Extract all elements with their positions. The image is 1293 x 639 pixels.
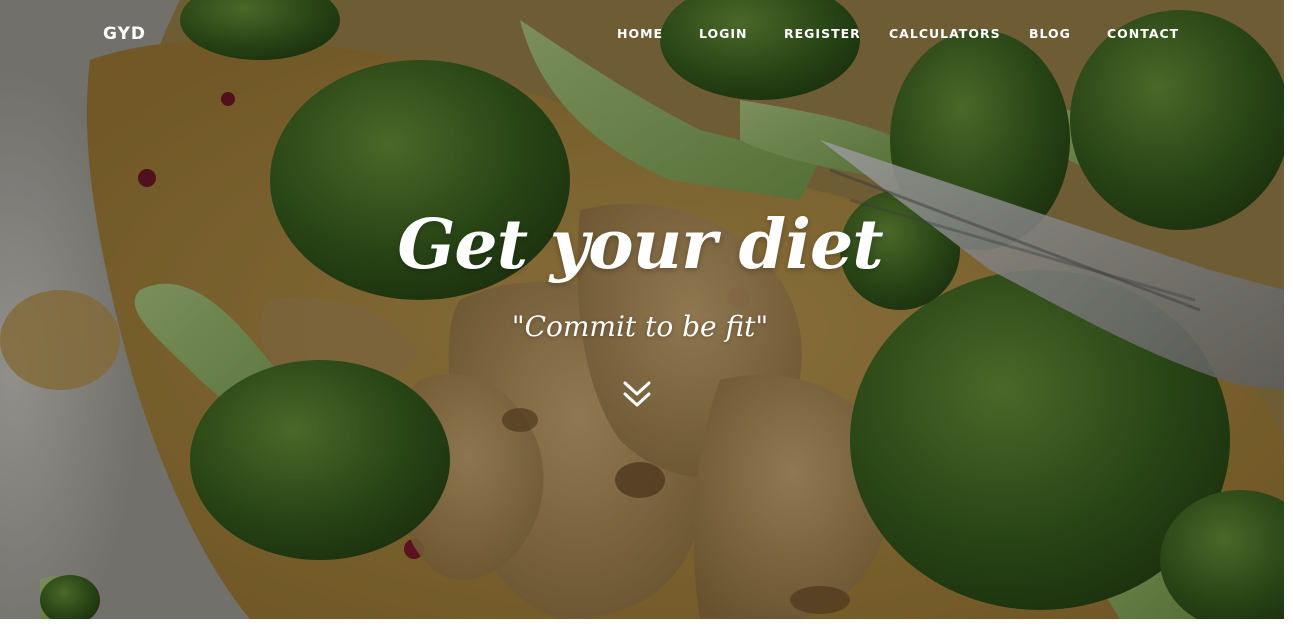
nav-item-blog[interactable]: BLOG: [1029, 26, 1071, 41]
hero-section: GYD HOME LOGIN REGISTER CALCULATORS BLOG…: [0, 0, 1284, 619]
nav-item-home[interactable]: HOME: [617, 26, 663, 41]
hero-tagline: "Commit to be fit": [511, 310, 769, 343]
nav-item-register[interactable]: REGISTER: [784, 26, 861, 41]
double-chevron-down-icon[interactable]: [622, 380, 652, 410]
nav-item-calculators[interactable]: CALCULATORS: [889, 26, 1001, 41]
page-bottom: [0, 619, 1284, 639]
brand-logo[interactable]: GYD: [103, 24, 146, 44]
nav-item-login[interactable]: LOGIN: [699, 26, 748, 41]
hero-title: Get your diet: [397, 205, 883, 285]
page-edge: [1284, 0, 1293, 639]
nav-item-contact[interactable]: CONTACT: [1107, 26, 1179, 41]
